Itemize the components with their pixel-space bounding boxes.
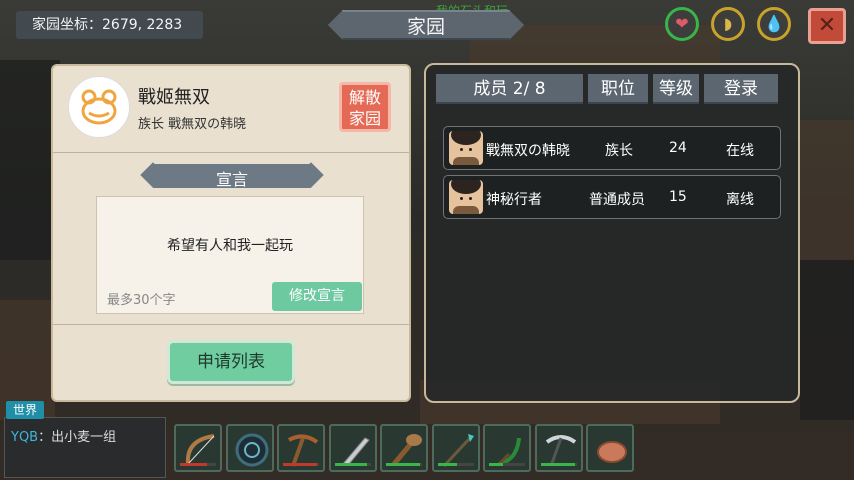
home-coordinates: 家园坐标：2679, 2283: [16, 11, 203, 39]
durability-bar: [334, 463, 371, 466]
application-list-button[interactable]: 申请列表: [167, 340, 295, 384]
member-name: 戰無双の韩晓: [486, 143, 570, 159]
clan-emblem: [68, 76, 130, 138]
hotbar-slot[interactable]: [483, 424, 531, 472]
heart-icon: ❤: [675, 14, 689, 33]
hotbar-slot[interactable]: [586, 424, 634, 472]
meat-icon: [597, 441, 627, 463]
close-button[interactable]: ✕: [808, 8, 846, 44]
member-level: 15: [669, 189, 687, 205]
hotbar-slot[interactable]: [534, 424, 583, 472]
hotbar-slot[interactable]: [225, 424, 274, 472]
level-header[interactable]: 等级: [653, 74, 699, 104]
health-indicator: ❤: [665, 7, 699, 41]
member-name: 神秘行者: [486, 192, 542, 208]
member-role: 普通成员: [589, 192, 645, 208]
hotbar-slot[interactable]: [277, 424, 325, 472]
clan-info-panel: 戰姬無双 族长 戰無双の韩晓 解散家园 宣言 希望有人和我一起玩 最多30个字 …: [51, 64, 411, 402]
member-count-header[interactable]: 成员 2/ 8: [436, 74, 583, 104]
member-row[interactable]: 神秘行者 普通成员 15 离线: [443, 175, 781, 219]
declaration-char-limit: 最多30个字: [107, 293, 176, 308]
durability-bar: [437, 463, 474, 466]
durability-bar: [283, 463, 319, 466]
chat-channel-tab[interactable]: 世界: [6, 401, 44, 419]
member-list-panel: 成员 2/ 8 职位 等级 登录 戰無双の韩晓 族长 24 在线 神秘行者 普通…: [424, 63, 800, 403]
hotbar-slot[interactable]: [328, 424, 377, 472]
member-row[interactable]: 戰無双の韩晓 族长 24 在线: [443, 126, 781, 170]
avatar: [449, 131, 483, 165]
member-level: 24: [669, 140, 687, 156]
declaration-text: 希望有人和我一起玩: [167, 238, 293, 254]
role-header[interactable]: 职位: [588, 74, 648, 104]
disband-clan-button[interactable]: 解散家园: [339, 82, 391, 132]
chat-box[interactable]: YQB：出小麦一组: [4, 417, 166, 478]
declaration-heading-ribbon: 宣言: [137, 162, 327, 190]
chat-text: ：出小麦一组: [38, 430, 117, 445]
edit-declaration-button[interactable]: 修改宣言: [272, 282, 362, 311]
water-drop-icon: 💧: [764, 14, 784, 33]
shield-orb-icon: [235, 433, 268, 467]
declaration-box: 希望有人和我一起玩 最多30个字 修改宣言: [96, 196, 364, 314]
durability-bar: [540, 463, 577, 466]
clan-name: 戰姬無双: [138, 87, 210, 108]
durability-bar: [180, 463, 216, 466]
member-status: 离线: [726, 192, 754, 208]
member-role: 族长: [605, 143, 633, 159]
durability-bar: [489, 463, 525, 466]
clan-leader: 族长 戰無双の韩晓: [138, 117, 247, 132]
hunger-indicator: ◗: [711, 7, 745, 41]
hotbar-slot[interactable]: [380, 424, 428, 472]
hunger-icon: ◗: [723, 14, 733, 33]
chat-message: YQB：出小麦一组: [11, 426, 116, 445]
hotbar-slot[interactable]: [431, 424, 480, 472]
chat-username: YQB: [11, 430, 39, 445]
member-status: 在线: [726, 143, 754, 159]
window-title-banner: 家园: [330, 8, 522, 42]
hotbar-slot[interactable]: [174, 424, 222, 472]
durability-bar: [386, 463, 422, 466]
avatar: [449, 180, 483, 214]
declaration-heading: 宣言: [215, 170, 248, 189]
close-icon: ✕: [817, 13, 837, 38]
thirst-indicator: 💧: [757, 7, 791, 41]
frog-icon: [81, 89, 117, 125]
login-header[interactable]: 登录: [704, 74, 778, 104]
window-title: 家园: [406, 16, 445, 38]
